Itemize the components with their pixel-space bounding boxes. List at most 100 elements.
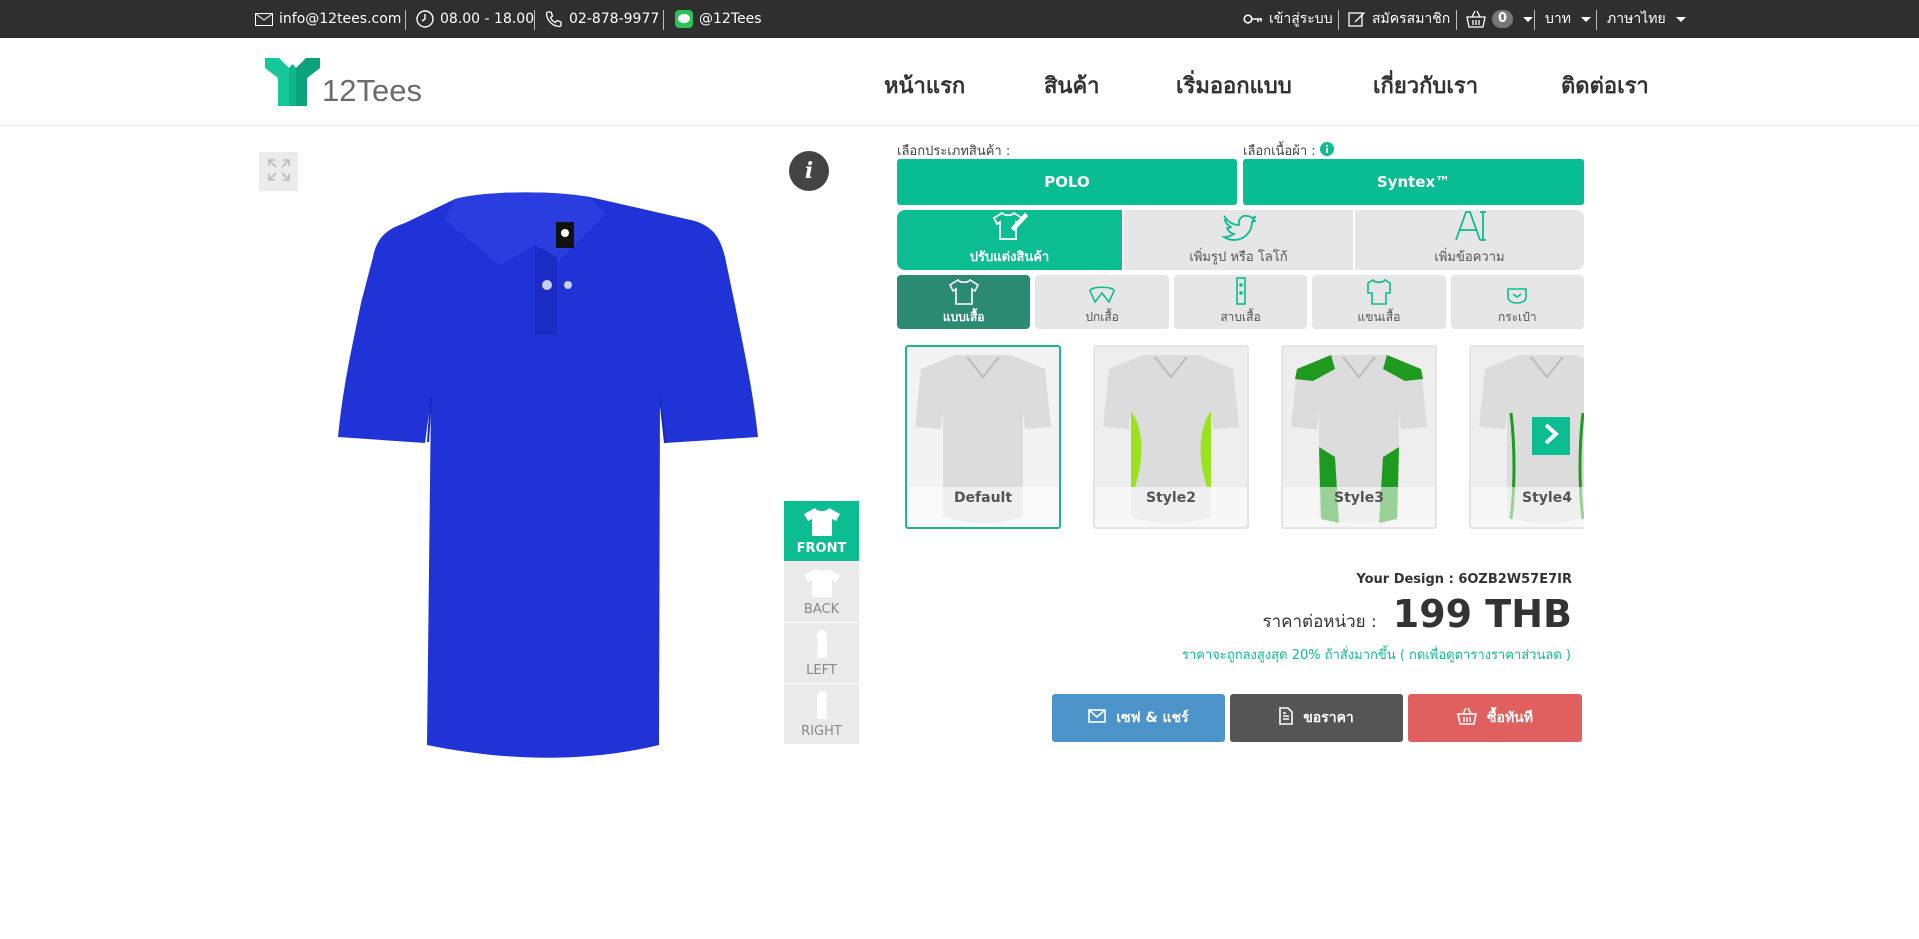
gallery-next-button[interactable]	[1532, 417, 1570, 455]
cart-button[interactable]: 0	[1466, 0, 1534, 38]
hours-text: 08.00 - 18.00	[440, 11, 535, 27]
divider	[1534, 10, 1535, 30]
shirt-brush-icon	[992, 210, 1028, 246]
tab-placket[interactable]: สาบเสื้อ	[1173, 275, 1308, 329]
style-gallery: Default Style2 Style3 Style4	[905, 343, 1584, 533]
tshirt-front-icon	[803, 507, 841, 541]
view-tab-front[interactable]: FRONT	[784, 501, 859, 562]
style-option-style2[interactable]: Style2	[1093, 345, 1249, 529]
tab-shirt-style[interactable]: แบบเสื้อ	[897, 275, 1031, 329]
clock-icon	[416, 10, 434, 28]
key-icon	[1243, 14, 1263, 24]
part-selector-tabs: แบบเสื้อ ปกเสื้อ สาบเสื้อ แขนเสื้อ กระเป…	[897, 275, 1585, 329]
part-label: กระเป๋า	[1498, 310, 1537, 324]
divider	[1456, 10, 1457, 30]
tab-collar[interactable]: ปกเสื้อ	[1035, 275, 1169, 329]
product-type-select[interactable]: POLO	[897, 159, 1237, 205]
fullscreen-button[interactable]	[259, 152, 298, 191]
design-mode-tabs: ปรับแต่งสินค้า เพิ่มรูป หรือ โลโก้ เพิ่ม…	[897, 210, 1584, 270]
cart-count-badge: 0	[1492, 10, 1514, 28]
nav-about[interactable]: เกี่ยวกับเรา	[1373, 68, 1478, 103]
divider	[1596, 10, 1597, 30]
price-row: ราคาต่อหน่วย : 199 THB	[1262, 592, 1572, 636]
tshirt-back-icon	[803, 568, 841, 602]
part-label: แบบเสื้อ	[942, 310, 985, 324]
view-label: BACK	[803, 602, 840, 617]
edit-icon	[1348, 10, 1366, 28]
email-text: info@12tees.com	[279, 11, 402, 27]
register-link[interactable]: สมัครสมาชิก	[1348, 0, 1450, 38]
phone-link[interactable]: 02-878-9977	[545, 0, 659, 38]
tab-pocket[interactable]: กระเป๋า	[1450, 275, 1585, 329]
expand-icon	[267, 158, 291, 186]
line-link[interactable]: @12Tees	[675, 0, 762, 38]
quote-label: ขอราคา	[1303, 710, 1354, 726]
buy-now-button[interactable]: ซื้อทันที	[1408, 694, 1582, 742]
pocket-icon	[1506, 287, 1528, 308]
register-text: สมัครสมาชิก	[1372, 11, 1451, 27]
view-tab-right[interactable]: RIGHT	[784, 684, 859, 745]
style-label: Style4	[1471, 487, 1584, 527]
chevron-down-icon	[1580, 16, 1591, 22]
tab-add-text[interactable]: เพิ่มข้อความ	[1353, 210, 1584, 270]
envelope-icon	[1088, 709, 1107, 727]
mode-label: ปรับแต่งสินค้า	[969, 250, 1050, 265]
save-share-label: เซฟ & แชร์	[1116, 710, 1189, 726]
view-tab-back[interactable]: BACK	[784, 562, 859, 623]
view-tab-left[interactable]: LEFT	[784, 623, 859, 684]
buy-now-label: ซื้อทันที	[1487, 710, 1533, 726]
top-bar: info@12tees.com 08.00 - 18.00 02-878-997…	[0, 0, 1919, 38]
fabric-label-group: เลือกเนื้อผ้า :	[1243, 140, 1334, 161]
bird-icon	[1220, 212, 1257, 246]
style-option-default[interactable]: Default	[905, 345, 1061, 529]
view-label: FRONT	[796, 541, 847, 556]
nav-home[interactable]: หน้าแรก	[884, 68, 965, 103]
unit-price: 199 THB	[1392, 592, 1572, 636]
request-quote-button[interactable]: ขอราคา	[1230, 694, 1403, 742]
tshirt-side-right-icon	[814, 690, 830, 724]
nav-products[interactable]: สินค้า	[1044, 68, 1100, 103]
tshirt-side-left-icon	[814, 629, 830, 663]
view-label: RIGHT	[801, 724, 842, 739]
chevron-down-icon	[1523, 16, 1534, 22]
login-text: เข้าสู่ระบบ	[1269, 11, 1333, 27]
placket-icon	[1234, 277, 1248, 308]
polo-shirt-image	[338, 192, 758, 758]
part-label: แขนเสื้อ	[1357, 310, 1401, 324]
basket-icon	[1457, 707, 1478, 729]
hours-info: 08.00 - 18.00	[416, 0, 534, 38]
info-circle-icon[interactable]	[1319, 141, 1334, 160]
mode-label: เพิ่มข้อความ	[1434, 250, 1505, 265]
logo[interactable]: 12Tees	[265, 56, 422, 110]
style-label: Default	[907, 487, 1059, 527]
envelope-icon	[255, 12, 273, 26]
mode-label: เพิ่มรูป หรือ โลโก้	[1189, 250, 1288, 265]
phone-text: 02-878-9977	[569, 11, 660, 27]
style-label: Style2	[1095, 487, 1247, 527]
tshirt-icon	[948, 278, 979, 308]
product-preview	[335, 185, 805, 764]
language-dropdown[interactable]: ภาษาไทย	[1607, 0, 1686, 38]
part-label: ปกเสื้อ	[1085, 310, 1119, 324]
style-option-style3[interactable]: Style3	[1281, 345, 1437, 529]
language-text: ภาษาไทย	[1607, 11, 1666, 27]
email-link[interactable]: info@12tees.com	[255, 0, 401, 38]
nav-start-design[interactable]: เริ่มออกแบบ	[1176, 68, 1292, 103]
fabric-select[interactable]: Syntex™	[1243, 159, 1584, 205]
tab-customize-product[interactable]: ปรับแต่งสินค้า	[897, 210, 1122, 270]
line-icon	[675, 10, 693, 28]
divider	[1338, 10, 1339, 30]
part-label: สาบเสื้อ	[1220, 310, 1261, 324]
discount-link[interactable]: ราคาจะถูกลงสูงสุด 20% ถ้าสั่งมากขึ้น ( ก…	[1182, 644, 1571, 665]
phone-icon	[545, 10, 563, 28]
currency-text: บาท	[1545, 11, 1571, 27]
login-link[interactable]: เข้าสู่ระบบ	[1243, 0, 1333, 38]
tab-add-image-logo[interactable]: เพิ่มรูป หรือ โลโก้	[1122, 210, 1353, 270]
document-icon	[1279, 707, 1294, 729]
tab-sleeve[interactable]: แขนเสื้อ	[1312, 275, 1446, 329]
text-letter-icon	[1453, 210, 1487, 246]
save-share-button[interactable]: เซฟ & แชร์	[1052, 694, 1225, 742]
logo-text: 12Tees	[322, 73, 422, 108]
currency-dropdown[interactable]: บาท	[1545, 0, 1591, 38]
nav-contact[interactable]: ติดต่อเรา	[1561, 68, 1649, 103]
